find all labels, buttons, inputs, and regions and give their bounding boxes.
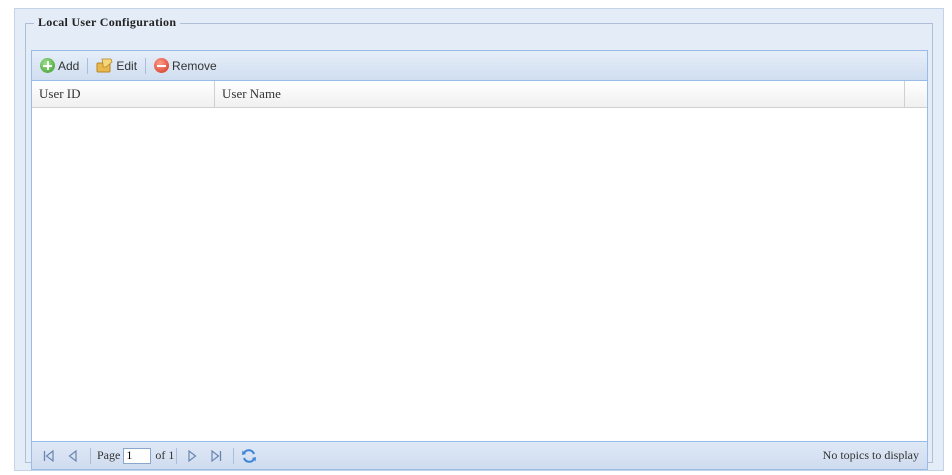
page-count-label: of 1 [155, 448, 175, 462]
column-header-user-name[interactable]: User Name [215, 81, 905, 107]
edit-button-label: Edit [116, 58, 138, 73]
next-page-icon [188, 449, 197, 462]
grid-body [32, 108, 927, 426]
remove-button[interactable]: Remove [150, 56, 221, 75]
add-icon [40, 58, 55, 73]
edit-icon [96, 58, 113, 73]
page-number-input[interactable] [123, 447, 152, 464]
page-label: Page [97, 448, 121, 462]
local-user-panel: Local User Configuration Add Edit Remove… [14, 8, 944, 471]
grid-header: User ID User Name [32, 81, 927, 108]
paging-toolbar: Page of 1 [32, 441, 927, 469]
toolbar-separator [87, 57, 89, 74]
column-header-filler [905, 81, 927, 107]
toolbar-separator [145, 57, 147, 74]
pager-separator [90, 447, 91, 464]
edit-button[interactable]: Edit [92, 56, 141, 75]
first-page-button[interactable] [40, 448, 58, 464]
prev-page-icon [68, 449, 77, 462]
fieldset-legend: Local User Configuration [34, 15, 181, 30]
refresh-icon [242, 448, 257, 463]
last-page-button[interactable] [207, 448, 225, 464]
remove-button-label: Remove [172, 58, 217, 73]
last-page-icon [211, 449, 222, 462]
add-button-label: Add [58, 58, 80, 73]
next-page-button[interactable] [183, 448, 201, 464]
user-grid: Add Edit Remove User ID User Name Page 1… [31, 50, 928, 470]
refresh-button[interactable] [240, 448, 258, 464]
grid-toolbar: Add Edit Remove [32, 51, 927, 81]
paging-status: No topics to display [822, 448, 919, 462]
add-button[interactable]: Add [36, 56, 83, 75]
pager-separator [233, 447, 235, 464]
remove-icon [154, 58, 170, 73]
column-header-user-id[interactable]: User ID [32, 81, 215, 107]
pager-separator [176, 447, 178, 464]
prev-page-button[interactable] [64, 448, 82, 464]
first-page-icon [43, 449, 54, 462]
